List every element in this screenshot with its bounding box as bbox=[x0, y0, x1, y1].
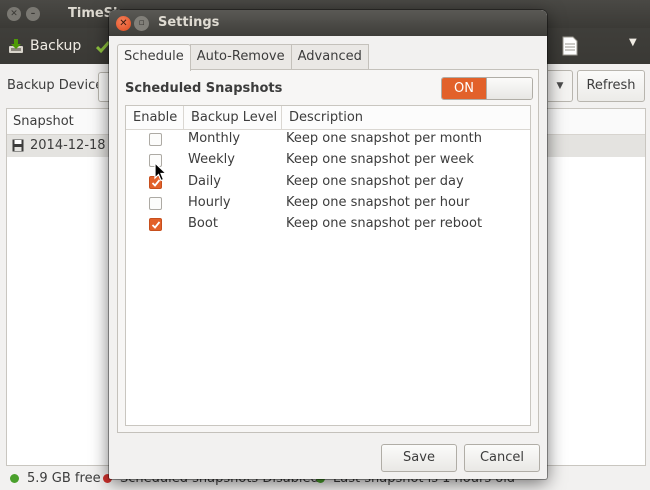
backup-label: Backup bbox=[30, 38, 82, 54]
backup-device-label: Backup Device bbox=[7, 78, 104, 93]
free-space-text: 5.9 GB free bbox=[27, 471, 101, 486]
backup-level-cell: Weekly bbox=[188, 152, 235, 168]
description-cell: Keep one snapshot per hour bbox=[286, 194, 470, 210]
backup-level-cell: Daily bbox=[188, 173, 221, 189]
backup-level-cell: Boot bbox=[188, 216, 218, 232]
dialog-title: Settings bbox=[158, 15, 220, 30]
refresh-button[interactable]: Refresh bbox=[577, 70, 645, 102]
schedule-row[interactable]: Hourly Keep one snapshot per hour bbox=[126, 194, 530, 215]
scheduled-snapshots-heading: Scheduled Snapshots bbox=[125, 81, 283, 96]
backup-button[interactable]: Backup bbox=[8, 34, 81, 58]
schedule-table: Enable Backup Level Description Monthly K… bbox=[125, 105, 531, 426]
save-button[interactable]: Save bbox=[381, 444, 457, 472]
schedule-table-header: Enable Backup Level Description bbox=[126, 106, 530, 130]
settings-dialog: ✕ ▫ Settings Schedule Auto-Remove Advanc… bbox=[109, 10, 547, 479]
window-minimize-icon[interactable]: – bbox=[26, 7, 40, 21]
schedule-panel: Scheduled Snapshots ON Enable Backup Lev… bbox=[117, 69, 539, 433]
schedule-row[interactable]: Boot Keep one snapshot per reboot bbox=[126, 215, 530, 236]
backup-download-icon bbox=[9, 39, 23, 53]
schedule-row[interactable]: Monthly Keep one snapshot per month bbox=[126, 130, 530, 151]
menu-dropdown-icon[interactable]: ▼ bbox=[629, 37, 637, 48]
toggle-knob[interactable] bbox=[486, 78, 532, 99]
floppy-disk-icon bbox=[12, 139, 24, 152]
minimize-icon[interactable]: ▫ bbox=[134, 16, 149, 31]
toggle-on-label: ON bbox=[442, 78, 486, 99]
mouse-cursor-icon bbox=[154, 162, 167, 182]
tab-auto-remove[interactable]: Auto-Remove bbox=[189, 44, 292, 69]
schedule-row[interactable]: Daily Keep one snapshot per day bbox=[126, 173, 530, 194]
status-ok-icon bbox=[10, 474, 19, 483]
description-cell: Keep one snapshot per day bbox=[286, 173, 464, 189]
enable-checkbox[interactable] bbox=[149, 218, 162, 232]
description-cell: Keep one snapshot per reboot bbox=[286, 216, 483, 232]
document-icon[interactable] bbox=[562, 36, 578, 56]
schedule-toggle[interactable]: ON bbox=[441, 77, 533, 100]
description-cell: Keep one snapshot per week bbox=[286, 152, 474, 168]
enable-checkbox[interactable] bbox=[149, 133, 162, 146]
backup-level-cell: Hourly bbox=[188, 194, 231, 210]
chevron-down-icon[interactable]: ▼ bbox=[548, 70, 573, 102]
enable-checkbox[interactable] bbox=[149, 196, 162, 210]
schedule-row[interactable]: Weekly Keep one snapshot per week bbox=[126, 151, 530, 172]
close-icon[interactable]: ✕ bbox=[116, 16, 131, 31]
column-header-backup-level[interactable]: Backup Level bbox=[184, 106, 282, 129]
checkmark-icon bbox=[151, 221, 161, 230]
column-header-description[interactable]: Description bbox=[282, 106, 530, 129]
tab-schedule[interactable]: Schedule bbox=[117, 44, 191, 71]
snapshot-column-header: Snapshot bbox=[13, 114, 74, 129]
description-cell: Keep one snapshot per month bbox=[286, 131, 482, 146]
backup-level-cell: Monthly bbox=[188, 131, 241, 146]
cancel-button[interactable]: Cancel bbox=[464, 444, 540, 472]
tab-advanced[interactable]: Advanced bbox=[290, 44, 369, 69]
dialog-titlebar[interactable]: ✕ ▫ Settings bbox=[109, 10, 547, 36]
column-header-enable[interactable]: Enable bbox=[126, 106, 184, 129]
check-icon[interactable] bbox=[96, 40, 110, 54]
tab-bar: Schedule Auto-Remove Advanced bbox=[117, 44, 369, 71]
window-close-icon[interactable]: ✕ bbox=[7, 7, 21, 21]
